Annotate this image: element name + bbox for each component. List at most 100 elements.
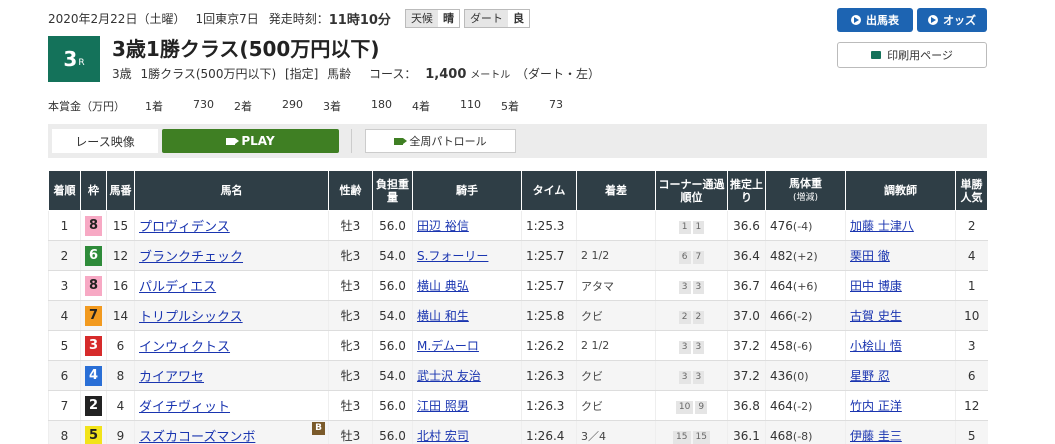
corner-4: 3 xyxy=(692,280,705,294)
jockey-link[interactable]: 武士沢 友治 xyxy=(417,369,481,383)
corner-3: 10 xyxy=(675,400,694,414)
carried-weight: 56.0 xyxy=(372,210,413,241)
prize-rank: 2着 xyxy=(234,100,252,113)
last-3f: 37.2 xyxy=(727,360,766,391)
trainer-link[interactable]: 古賀 史生 xyxy=(850,309,902,323)
horse-name-link[interactable]: インウィクトス xyxy=(139,340,230,355)
last-3f: 36.4 xyxy=(727,240,766,271)
trainer-cell: 小桧山 悟 xyxy=(845,330,956,361)
sex-age: 牝3 xyxy=(328,300,373,331)
col-diff: 着差 xyxy=(576,170,656,211)
corner-4: 2 xyxy=(692,310,705,324)
results-table: 着順 枠 馬番 馬名 性齢 負担重量 騎手 タイム 着差 コーナー通過順位 推定… xyxy=(48,170,988,444)
corner-positions: 33 xyxy=(655,330,728,361)
entries-button[interactable]: 出馬表 xyxy=(837,8,913,32)
margin: 2 1/2 xyxy=(576,330,656,361)
carried-weight: 56.0 xyxy=(372,420,413,444)
body-weight-cell: 436(0) xyxy=(765,360,846,391)
rank: 2 xyxy=(48,240,81,271)
play-button[interactable]: PLAY xyxy=(162,129,339,153)
horse-name-link[interactable]: ブランクチェック xyxy=(139,250,243,265)
horse-name-link[interactable]: スズカコーズマンボ xyxy=(139,430,255,444)
corner-4: 3 xyxy=(692,340,705,354)
trainer-link[interactable]: 加藤 士津八 xyxy=(850,219,914,233)
body-weight-cell: 482(+2) xyxy=(765,240,846,271)
horse-number: 14 xyxy=(106,300,135,331)
body-weight-change: (-4) xyxy=(792,219,813,233)
table-row: 6 4 8 カイアワセ 牝3 54.0 武士沢 友治 1:26.3 クビ 3 3 37.2 436(0)… xyxy=(48,360,988,391)
horse-cell: パルディエス xyxy=(134,270,329,301)
body-weight: 466 xyxy=(770,308,793,323)
body-weight-cell: 464(-2) xyxy=(765,390,846,421)
trainer-link[interactable]: 竹内 正洋 xyxy=(850,399,902,413)
jockey-link[interactable]: 北村 宏司 xyxy=(417,429,469,443)
trainer-link[interactable]: 栗田 徹 xyxy=(850,249,890,263)
trainer-cell: 星野 忍 xyxy=(845,360,956,391)
horse-cell: スズカコーズマンボ B xyxy=(134,420,329,444)
trainer-link[interactable]: 伊藤 圭三 xyxy=(850,429,902,443)
horse-name-link[interactable]: カイアワセ xyxy=(139,370,204,385)
col-trainer: 調教師 xyxy=(845,170,956,211)
odds-button[interactable]: オッズ xyxy=(917,8,987,32)
prize-label: 本賞金（万円） xyxy=(48,100,125,113)
trainer-link[interactable]: 星野 忍 xyxy=(850,369,890,383)
body-weight-change: (-2) xyxy=(792,399,813,413)
horse-name-link[interactable]: プロヴィデンス xyxy=(139,220,230,235)
popularity: 3 xyxy=(955,330,988,361)
finish-time: 1:26.3 xyxy=(521,390,577,421)
arrow-circle-icon xyxy=(928,15,938,25)
post-time-label: 発走時刻： xyxy=(268,11,329,26)
jockey-link[interactable]: 江田 照男 xyxy=(417,399,469,413)
waku-badge: 2 xyxy=(85,395,102,416)
table-row: 8 5 9 スズカコーズマンボ B 牡3 56.0 北村 宏司 1:26.4 3／4 15 15 36.… xyxy=(48,420,988,444)
table-row: 2 6 12 ブランクチェック 牝3 54.0 S.フォーリー 1:25.7 2 1/2 6 7 36… xyxy=(48,240,988,271)
race-r: R xyxy=(78,57,85,68)
body-weight: 468 xyxy=(770,428,793,443)
body-weight: 464 xyxy=(770,398,793,413)
corner-4: 3 xyxy=(692,370,705,384)
patrol-label: 全周パトロール xyxy=(409,135,487,148)
col-pop: 単勝人気 xyxy=(955,170,988,211)
trainer-cell: 伊藤 圭三 xyxy=(845,420,956,444)
corner-3: 3 xyxy=(678,340,691,354)
trainer-cell: 竹内 正洋 xyxy=(845,390,956,421)
horse-name-link[interactable]: ダイチヴィット xyxy=(139,400,230,415)
table-row: 5 3 6 インウィクトス 牝3 56.0 M.デムーロ 1:26.2 2 1/2 3 3 37.2 4… xyxy=(48,330,988,361)
jockey-cell: S.フォーリー xyxy=(412,240,522,271)
trainer-link[interactable]: 田中 博康 xyxy=(850,279,902,293)
margin: 2 1/2 xyxy=(576,240,656,271)
jockey-cell: 横山 和生 xyxy=(412,300,522,331)
corner-positions: 33 xyxy=(655,270,728,301)
col-weight: 負担重量 xyxy=(372,170,413,211)
jockey-link[interactable]: 田辺 裕信 xyxy=(417,219,469,233)
jockey-link[interactable]: 横山 和生 xyxy=(417,309,469,323)
col-bodyweight: 馬体重 (増減) xyxy=(765,170,846,211)
sex-age: 牡3 xyxy=(328,390,373,421)
track-label: ダート xyxy=(464,9,508,27)
horse-name-link[interactable]: パルディエス xyxy=(139,280,216,295)
corner-positions: 67 xyxy=(655,240,728,271)
waku-cell: 7 xyxy=(80,300,107,331)
jockey-link[interactable]: M.デムーロ xyxy=(417,339,479,353)
last-3f: 36.8 xyxy=(727,390,766,421)
horse-name-link[interactable]: トリプルシックス xyxy=(139,310,243,325)
trainer-cell: 栗田 徹 xyxy=(845,240,956,271)
patrol-video-button[interactable]: 全周パトロール xyxy=(365,129,516,153)
distance-unit: メートル xyxy=(470,70,511,81)
jockey-link[interactable]: S.フォーリー xyxy=(417,249,488,263)
trainer-link[interactable]: 小桧山 悟 xyxy=(850,339,902,353)
race-cond: [指定] xyxy=(284,67,319,81)
track-value: 良 xyxy=(507,9,529,27)
weather-badge: 天候 晴 xyxy=(404,8,460,28)
corner-positions: 33 xyxy=(655,360,728,391)
horse-number: 6 xyxy=(106,330,135,361)
col-rank: 着順 xyxy=(48,170,81,211)
jockey-link[interactable]: 横山 典弘 xyxy=(417,279,469,293)
popularity: 10 xyxy=(955,300,988,331)
prize-value: 73 xyxy=(549,98,563,111)
print-page-button[interactable]: 印刷用ページ xyxy=(837,42,987,68)
corner-3: 3 xyxy=(678,370,691,384)
rank: 7 xyxy=(48,390,81,421)
waku-cell: 2 xyxy=(80,390,107,421)
waku-badge: 5 xyxy=(85,425,102,444)
